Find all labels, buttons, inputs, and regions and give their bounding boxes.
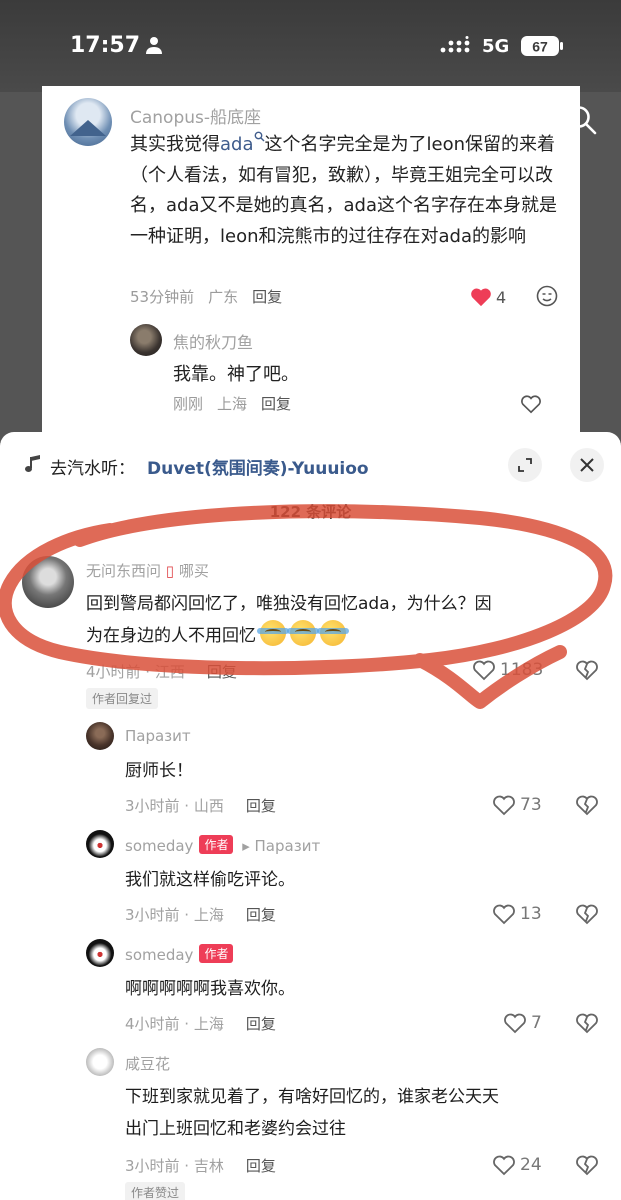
like-count: 4 <box>496 288 507 307</box>
battery-level: 67 <box>532 39 548 55</box>
heart-outline-icon[interactable] <box>492 794 516 816</box>
close-icon <box>580 458 594 472</box>
reply-button[interactable]: 回复 <box>246 1157 276 1175</box>
backdrop-left <box>0 92 42 442</box>
emoji-icon <box>257 620 289 646</box>
reply-button[interactable]: 回复 <box>246 797 276 815</box>
like-count: 1183 <box>500 660 544 680</box>
comment-meta: 53分钟前 广东 回复 <box>130 288 283 306</box>
avatar[interactable] <box>64 98 112 146</box>
reply-username[interactable]: Паразит <box>125 727 191 745</box>
avatar[interactable] <box>86 939 114 967</box>
reply-username[interactable]: someday 作者 ▸ Паразит <box>125 835 320 855</box>
music-note-icon <box>25 455 40 472</box>
search-icon[interactable] <box>566 104 598 136</box>
comment-text: 其实我觉得ada 这个名字完全是为了leon保留的来着（个人看法，如有冒犯，致歉）… <box>130 130 562 252</box>
search-keyword-link[interactable]: ada <box>220 134 254 155</box>
reply-meta: 3小时前 · 吉林 回复 <box>125 1157 276 1175</box>
person-icon <box>146 37 162 54</box>
broken-heart-icon[interactable] <box>575 1154 599 1176</box>
author-badge: 作者 <box>199 944 234 963</box>
close-button[interactable] <box>570 448 604 482</box>
reply-meta: 刚刚 上海 回复 <box>173 395 292 413</box>
avatar[interactable] <box>86 722 114 750</box>
backdrop-right <box>580 92 621 442</box>
comment-username[interactable]: Canopus-船底座 <box>130 103 261 128</box>
reply-button[interactable]: 回复 <box>246 906 276 924</box>
avatar[interactable] <box>22 556 74 608</box>
signal-icon <box>440 36 470 53</box>
reply-username[interactable]: 焦的秋刀鱼 <box>173 329 253 353</box>
heart-outline-icon[interactable] <box>492 1154 516 1176</box>
avatar[interactable] <box>86 830 114 858</box>
like-count: 73 <box>520 795 542 815</box>
reply-button[interactable]: 回复 <box>207 663 237 681</box>
like-count: 24 <box>520 1155 542 1175</box>
heart-outline-icon[interactable] <box>492 903 516 925</box>
heart-outline-icon[interactable] <box>503 1012 527 1034</box>
emoji-icon <box>287 620 319 646</box>
status-time: 17:57 <box>70 33 141 58</box>
avatar[interactable] <box>86 1048 114 1076</box>
reply-meta: 3小时前 · 上海 回复 <box>125 906 276 924</box>
music-prefix: 去汽水听： <box>50 459 135 479</box>
drink-icon: ▯ <box>165 562 175 580</box>
comment-username[interactable]: 无问东西问 ▯ 哪买 <box>86 560 209 581</box>
heart-outline-icon[interactable] <box>520 394 542 414</box>
reply-text: 啊啊啊啊啊我喜欢你。 <box>125 979 295 999</box>
comment-text: 回到警局都闪回忆了，唯独没有回忆ada，为什么？因 为在身边的人不用回忆 <box>86 594 492 646</box>
reply-button[interactable]: 回复 <box>261 395 291 413</box>
music-title-link[interactable]: Duvet(氛围间奏)-Yuuuioo <box>147 454 369 479</box>
comment-count: 122 条评论 <box>269 503 352 521</box>
author-liked-tag: 作者赞过 <box>125 1182 186 1200</box>
reply-username[interactable]: someday 作者 <box>125 944 234 964</box>
emoji-icon[interactable] <box>536 285 558 307</box>
broken-heart-icon[interactable] <box>575 1012 599 1034</box>
author-badge: 作者 <box>199 835 234 854</box>
network-type: 5G <box>482 36 510 57</box>
reply-button[interactable]: 回复 <box>246 1015 276 1033</box>
heart-filled-icon[interactable] <box>470 287 492 307</box>
emoji-icon <box>317 620 349 646</box>
broken-heart-icon[interactable] <box>575 903 599 925</box>
reply-text: 厨师长！ <box>125 761 193 781</box>
reply-username[interactable]: 咸豆花 <box>125 1053 170 1074</box>
like-count: 13 <box>520 904 542 924</box>
reply-meta: 4小时前 · 上海 回复 <box>125 1015 276 1033</box>
reply-button[interactable]: 回复 <box>252 288 282 306</box>
like-count: 7 <box>531 1013 542 1033</box>
reply-text: 我们就这样偷吃评论。 <box>125 870 295 890</box>
broken-heart-icon[interactable] <box>575 659 599 681</box>
reply-text: 下班到家就见着了，有啥好回忆的，谁家老公天天 出门上班回忆和老婆约会过往 <box>125 1087 499 1139</box>
battery-icon: 67 <box>521 36 563 56</box>
avatar[interactable] <box>130 324 162 356</box>
expand-icon <box>518 458 532 472</box>
author-replied-tag: 作者回复过 <box>86 688 159 709</box>
broken-heart-icon[interactable] <box>575 794 599 816</box>
expand-button[interactable] <box>508 448 542 482</box>
heart-outline-icon[interactable] <box>472 659 496 681</box>
reply-text: 我靠。神了吧。 <box>173 364 299 385</box>
status-bar: 17:57 5G 67 <box>0 0 621 92</box>
comment-meta: 4小时前 · 江西 回复 <box>86 663 237 681</box>
search-icon <box>254 131 264 142</box>
reply-meta: 3小时前 · 山西 回复 <box>125 797 276 815</box>
